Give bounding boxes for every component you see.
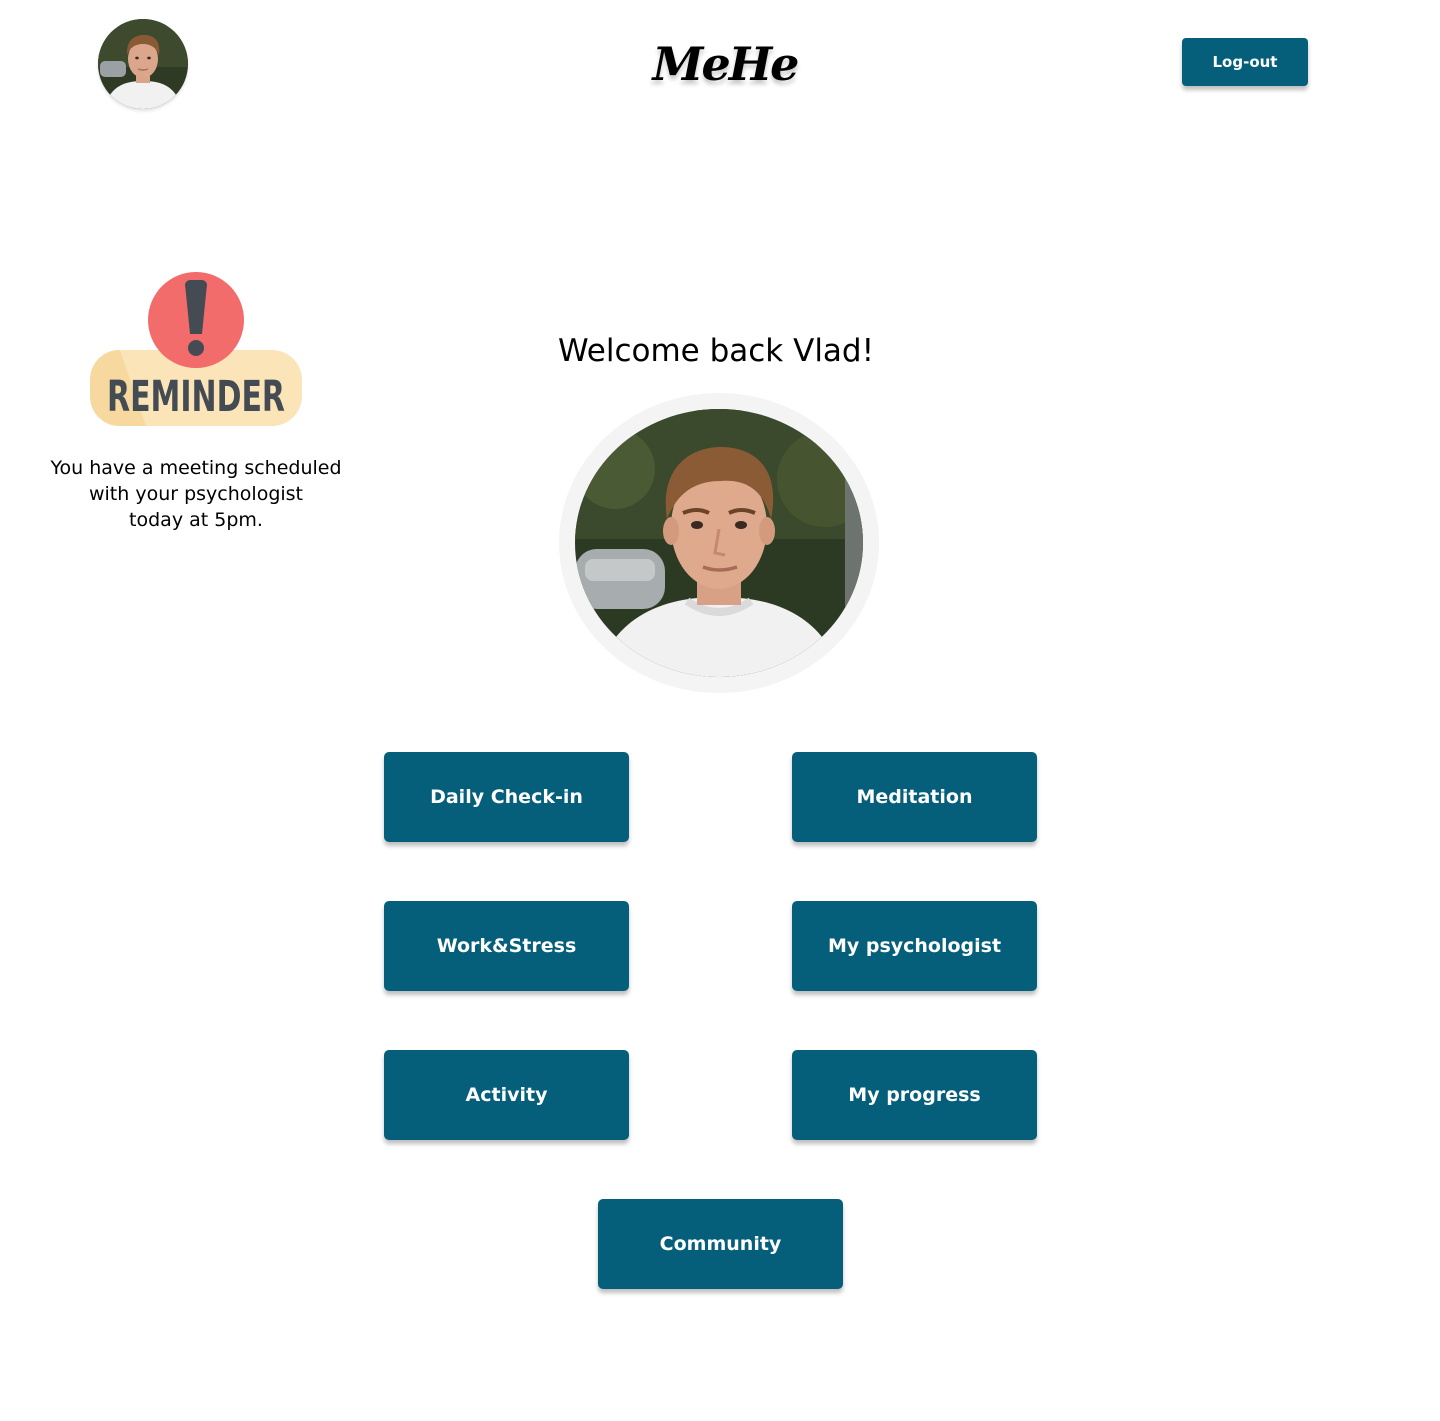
meditation-button[interactable]: Meditation bbox=[792, 752, 1037, 842]
community-button[interactable]: Community bbox=[598, 1199, 843, 1289]
profile-avatar[interactable] bbox=[98, 19, 188, 109]
reminder-line: with your psychologist bbox=[88, 483, 304, 505]
brand-logo: MeHe bbox=[652, 37, 800, 91]
profile-photo-small bbox=[98, 19, 188, 109]
my-progress-button[interactable]: My progress bbox=[792, 1050, 1037, 1140]
work-stress-button[interactable]: Work&Stress bbox=[384, 901, 629, 991]
welcome-title: Welcome back Vlad! bbox=[557, 333, 875, 369]
activity-button[interactable]: Activity bbox=[384, 1050, 629, 1140]
daily-checkin-button[interactable]: Daily Check-in bbox=[384, 752, 629, 842]
reminder-line: You have a meeting scheduled bbox=[50, 457, 342, 479]
reminder-message: You have a meeting scheduled with your p… bbox=[30, 455, 362, 533]
reminder-exclamation-icon: REMINDER bbox=[90, 272, 302, 426]
profile-picture bbox=[559, 393, 879, 693]
my-psychologist-button[interactable]: My psychologist bbox=[792, 901, 1037, 991]
profile-photo-large bbox=[575, 409, 863, 677]
reminder-line: today at 5pm. bbox=[129, 509, 263, 531]
reminder-panel: REMINDER You have a meeting scheduled wi… bbox=[30, 268, 362, 533]
reminder-badge-text: REMINDER bbox=[107, 372, 285, 422]
logout-button[interactable]: Log-out bbox=[1182, 38, 1308, 86]
